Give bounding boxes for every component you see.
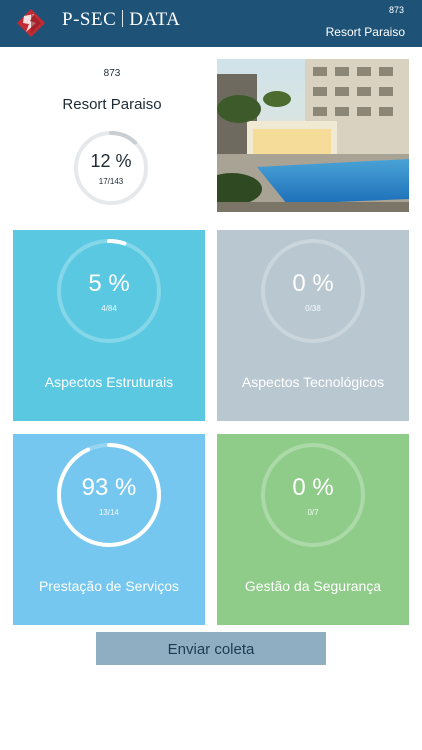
- category-label: Prestação de Serviços: [38, 578, 180, 594]
- category-tile-aspectos-estruturais[interactable]: 5 % 4/84 Aspectos Estruturais: [13, 230, 205, 421]
- category-percent: 93 %: [81, 474, 137, 501]
- brand-left: P-SEC: [62, 9, 117, 30]
- category-fraction: 13/14: [98, 508, 120, 517]
- category-fraction: 0/7: [307, 508, 319, 517]
- psec-logo-icon: [17, 9, 45, 37]
- summary-name: Resort Paraiso: [62, 96, 162, 113]
- category-tile-prestacao-de-servicos[interactable]: 93 % 13/14 Prestação de Serviços: [13, 434, 205, 625]
- header-location-name: Resort Paraiso: [325, 25, 405, 39]
- category-percent: 0 %: [292, 270, 334, 297]
- submit-collection-button[interactable]: Enviar coleta: [96, 632, 326, 665]
- header-code: 873: [388, 5, 404, 15]
- category-percent: 0 %: [292, 474, 334, 501]
- brand-divider: [122, 10, 124, 27]
- brand-logo: P-SEC DATA: [62, 9, 180, 31]
- category-percent: 5 %: [88, 270, 130, 297]
- resort-pool-photo: [217, 59, 409, 212]
- category-fraction: 4/84: [101, 304, 117, 313]
- category-label: Aspectos Estruturais: [44, 374, 174, 390]
- summary-code: 873: [103, 68, 121, 79]
- category-fraction: 0/38: [305, 304, 321, 313]
- category-tile-gestao-da-seguranca[interactable]: 0 % 0/7 Gestão da Segurança: [217, 434, 409, 625]
- category-label: Gestão da Segurança: [244, 578, 382, 594]
- summary-fraction: 17/143: [98, 177, 124, 186]
- category-label: Aspectos Tecnológicos: [241, 374, 385, 390]
- summary-percent: 12 %: [90, 151, 132, 171]
- category-tile-aspectos-tecnologicos[interactable]: 0 % 0/38 Aspectos Tecnológicos: [217, 230, 409, 421]
- app-header: P-SEC DATA 873 Resort Paraiso: [0, 0, 422, 47]
- brand-right: DATA: [129, 9, 181, 30]
